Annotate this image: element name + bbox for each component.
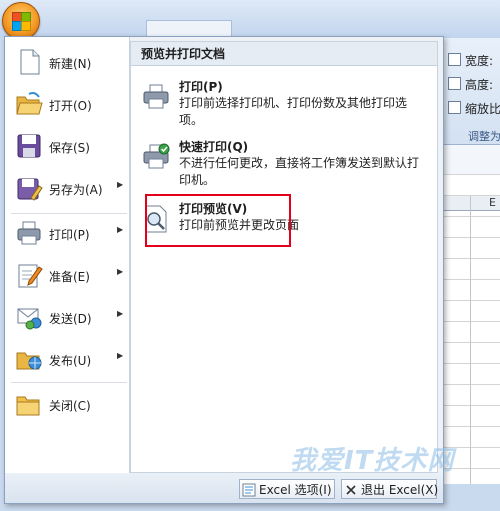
menu-bottom-bar: Excel 选项(I) 退出 Excel(X) <box>5 473 443 503</box>
column-gridline <box>470 196 471 484</box>
submenu-arrow-icon: ▶ <box>117 309 124 318</box>
print-submenu-panel: 预览并打印文档 打印(P) 打印前选择打印机、打印份数及其他打印选项。 快速打印… <box>130 41 438 473</box>
printer-icon <box>17 221 41 245</box>
open-folder-icon <box>16 92 43 115</box>
submenu-item-print[interactable]: 打印(P) 打印前选择打印机、打印份数及其他打印选项。 <box>137 78 433 128</box>
scale-icon <box>448 101 461 114</box>
formula-bar[interactable] <box>437 144 500 176</box>
column-header-e[interactable]: E <box>437 196 500 211</box>
width-control[interactable]: 宽度: <box>448 52 493 69</box>
prepare-icon <box>18 264 43 288</box>
exit-excel-button[interactable]: 退出 Excel(X) <box>341 479 438 499</box>
ribbon-page-setup-group: 宽度: 高度: 缩放比 调整为 <box>437 38 500 144</box>
excel-title-bar <box>0 0 500 38</box>
quick-print-icon <box>143 143 170 169</box>
menu-item-save[interactable]: 保存(S) <box>9 127 127 165</box>
excel-options-button[interactable]: Excel 选项(I) <box>239 479 335 499</box>
office-application-menu: 新建(N) 打开(O) 保存(S) 另存为(A) ▶ 打印(P) ▶ 准备(E)… <box>4 36 444 504</box>
menu-item-publish[interactable]: 发布(U) ▶ <box>9 340 127 378</box>
printer-icon <box>143 84 169 109</box>
menu-command-list: 新建(N) 打开(O) 保存(S) 另存为(A) ▶ 打印(P) ▶ 准备(E)… <box>5 37 130 473</box>
office-button[interactable] <box>2 2 40 40</box>
worksheet-grid[interactable] <box>437 174 500 484</box>
submenu-arrow-icon: ▶ <box>117 180 124 189</box>
save-as-icon <box>17 178 43 201</box>
menu-separator <box>11 382 127 383</box>
print-preview-highlight-box <box>145 194 291 247</box>
menu-item-send[interactable]: 发送(D) ▶ <box>9 298 127 336</box>
menu-item-prepare[interactable]: 准备(E) ▶ <box>9 256 127 294</box>
save-disk-icon <box>17 134 41 158</box>
menu-item-save-as[interactable]: 另存为(A) ▶ <box>9 169 127 207</box>
submenu-arrow-icon: ▶ <box>117 351 124 360</box>
menu-item-open[interactable]: 打开(O) <box>9 85 127 123</box>
office-logo-icon <box>12 12 31 31</box>
submenu-arrow-icon: ▶ <box>117 267 124 276</box>
close-icon <box>346 485 356 495</box>
new-document-icon <box>20 49 40 75</box>
ribbon-group-label: 调整为 <box>468 130 500 143</box>
height-icon <box>448 77 461 90</box>
width-icon <box>448 53 461 66</box>
close-folder-icon <box>16 396 40 416</box>
submenu-title: 预览并打印文档 <box>131 42 437 66</box>
scale-control[interactable]: 缩放比 <box>448 100 500 117</box>
menu-item-close[interactable]: 关闭(C) <box>9 385 127 423</box>
menu-item-new[interactable]: 新建(N) <box>9 43 127 81</box>
height-control[interactable]: 高度: <box>448 76 493 93</box>
publish-icon <box>16 352 42 370</box>
menu-item-print[interactable]: 打印(P) ▶ <box>9 214 127 252</box>
submenu-item-quick-print[interactable]: 快速打印(Q) 不进行任何更改，直接将工作簿发送到默认打印机。 <box>137 138 433 188</box>
options-icon <box>242 483 256 497</box>
submenu-arrow-icon: ▶ <box>117 225 124 234</box>
send-icon <box>17 308 42 330</box>
